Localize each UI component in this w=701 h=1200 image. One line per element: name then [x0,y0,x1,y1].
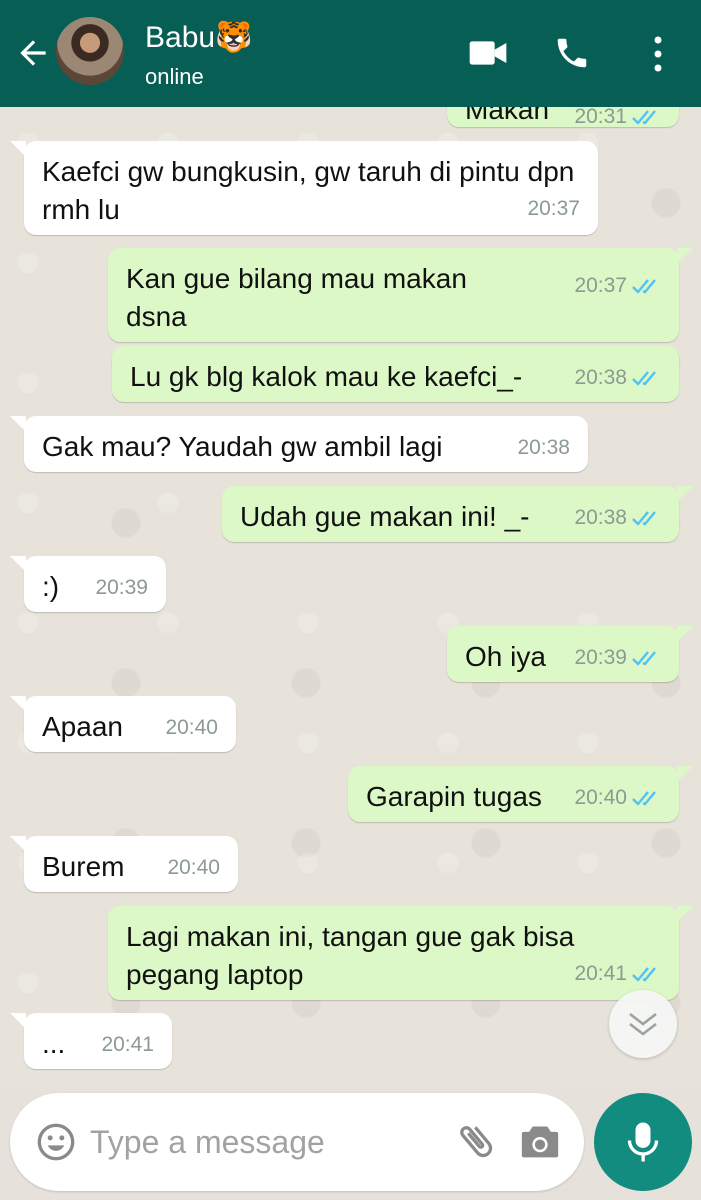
voice-record-button[interactable] [594,1093,692,1191]
message-time: 20:40 [165,716,218,739]
message-meta: 20:39 [95,576,148,600]
double-check-icon [632,967,656,983]
more-vert-icon[interactable] [647,34,669,74]
message-bubble-incoming[interactable]: ... 20:41 [10,1013,172,1069]
double-check-icon [632,371,656,387]
message-text: ... [42,1028,66,1059]
message-bubble-outgoing[interactable]: Garapin tugas 20:40 [348,766,693,822]
contact-name[interactable]: Babu🐯 [145,20,252,55]
message-meta: 20:38 [574,506,661,530]
message-bubble-incoming[interactable]: :) 20:39 [10,556,166,612]
double-check-icon [632,110,656,126]
message-meta: 20:38 [517,436,570,460]
double-check-icon [632,651,656,667]
double-check-icon [632,511,656,527]
message-bubble-outgoing[interactable]: Lagi makan ini, tangan gue gak bisa pega… [108,906,693,1000]
message-text: :) [42,571,60,602]
message-bubble-outgoing[interactable]: Udah gue makan ini! _- 20:38 [222,486,693,542]
message-bubble-incoming[interactable]: Kaefci gw bungkusin, gw taruh di pintu d… [10,141,598,235]
message-bubble-outgoing[interactable]: Makan 20:31 [447,107,679,129]
message-text: Makan [465,107,550,125]
message-meta: 20:37 [574,274,661,298]
message-meta: 20:38 [574,366,661,390]
message-meta: 20:40 [167,856,220,880]
message-bubble-incoming[interactable]: Apaan 20:40 [10,696,236,752]
back-arrow-icon[interactable] [14,34,52,72]
message-text: Apaan [42,711,123,742]
message-meta: 20:37 [527,197,580,221]
message-meta: 20:40 [574,786,661,810]
message-time: 20:38 [574,366,627,389]
phone-icon[interactable] [553,34,591,72]
message-time: 20:40 [167,856,220,879]
message-bubble-outgoing[interactable]: Oh iya 20:39 [447,626,693,682]
video-call-icon[interactable] [468,36,508,70]
message-composer [10,1093,584,1191]
chevron-down-icon [629,1012,657,1036]
chat-messages[interactable]: Makan 20:31 Kaefci gw bungkusin, gw taru… [0,107,701,1085]
message-time: 20:38 [517,436,570,459]
message-text: Garapin tugas [366,781,542,812]
message-text: Kan gue bilang mau makan dsna [126,263,467,332]
message-time: 20:37 [574,274,627,297]
contact-status: online [145,64,204,89]
mic-icon [627,1122,659,1162]
double-check-icon [632,279,656,295]
message-meta: 20:31 [574,107,661,129]
message-text: Gak mau? Yaudah gw ambil lagi [42,431,443,462]
message-time: 20:41 [101,1033,154,1056]
message-text: Burem [42,851,125,882]
camera-icon[interactable] [518,1121,562,1161]
message-time: 20:31 [574,107,627,128]
message-time: 20:41 [574,962,627,985]
avatar[interactable] [56,17,124,85]
message-text: Lagi makan ini, tangan gue gak bisa pega… [126,921,575,990]
message-meta: 20:41 [574,962,661,986]
scroll-to-bottom-button[interactable] [609,990,677,1058]
message-bubble-outgoing[interactable]: Lu gk blg kalok mau ke kaefci_- 20:38 [112,346,679,402]
double-check-icon [632,791,656,807]
message-time: 20:37 [527,197,580,220]
chat-header: Babu🐯 online [0,0,701,107]
message-meta: 20:39 [574,646,661,670]
message-bubble-outgoing[interactable]: Kan gue bilang mau makan dsna 20:37 [108,248,693,342]
message-bubble-incoming[interactable]: Gak mau? Yaudah gw ambil lagi 20:38 [10,416,588,472]
message-text: Lu gk blg kalok mau ke kaefci_- [130,361,523,392]
message-input[interactable] [90,1115,430,1169]
message-time: 20:40 [574,786,627,809]
message-text: Oh iya [465,641,546,672]
message-text: Kaefci gw bungkusin, gw taruh di pintu d… [42,156,575,225]
message-time: 20:39 [574,646,627,669]
message-time: 20:38 [574,506,627,529]
message-bubble-incoming[interactable]: Burem 20:40 [10,836,238,892]
attach-icon[interactable] [454,1119,498,1163]
message-meta: 20:40 [165,716,218,740]
emoji-icon[interactable] [36,1122,76,1162]
message-meta: 20:41 [101,1033,154,1057]
message-text: Udah gue makan ini! _- [240,501,530,532]
message-time: 20:39 [95,576,148,599]
